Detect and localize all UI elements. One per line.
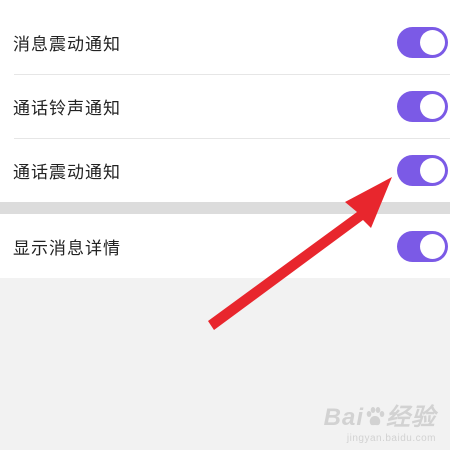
call-ringtone-toggle[interactable] [397, 90, 448, 122]
toggle-knob [420, 93, 445, 119]
toggle-knob [420, 233, 445, 259]
watermark-brand-right: 经验 [386, 404, 436, 431]
top-edge [0, 0, 450, 10]
settings-row-call-ringtone[interactable]: 通话铃声通知 [0, 74, 450, 138]
message-vibration-toggle[interactable] [397, 26, 448, 58]
show-message-details-toggle[interactable] [397, 230, 448, 262]
settings-row-label: 消息震动通知 [13, 34, 121, 55]
section-divider [0, 202, 450, 214]
settings-row-show-message-details[interactable]: 显示消息详情 [0, 214, 450, 278]
baidu-jingyan-watermark: Bai 经验 jingyan.baidu.com [324, 406, 436, 444]
display-settings-group: 显示消息详情 [0, 214, 450, 278]
settings-row-label: 显示消息详情 [13, 238, 121, 259]
watermark-url: jingyan.baidu.com [346, 433, 436, 444]
notification-settings-group: 消息震动通知 通话铃声通知 通话震动通知 [0, 10, 450, 202]
call-vibration-toggle[interactable] [397, 154, 448, 186]
watermark-brand-left: Bai [323, 404, 364, 431]
settings-row-message-vibration[interactable]: 消息震动通知 [0, 10, 450, 74]
toggle-knob [420, 29, 445, 55]
settings-row-label: 通话震动通知 [13, 162, 121, 183]
settings-row-call-vibration[interactable]: 通话震动通知 [0, 138, 450, 202]
toggle-knob [420, 157, 445, 183]
baidu-paw-icon [366, 407, 385, 426]
settings-screen: 消息震动通知 通话铃声通知 通话震动通知 显示消息详情 Bai 经验 jingy… [0, 0, 450, 450]
settings-row-label: 通话铃声通知 [13, 98, 121, 119]
